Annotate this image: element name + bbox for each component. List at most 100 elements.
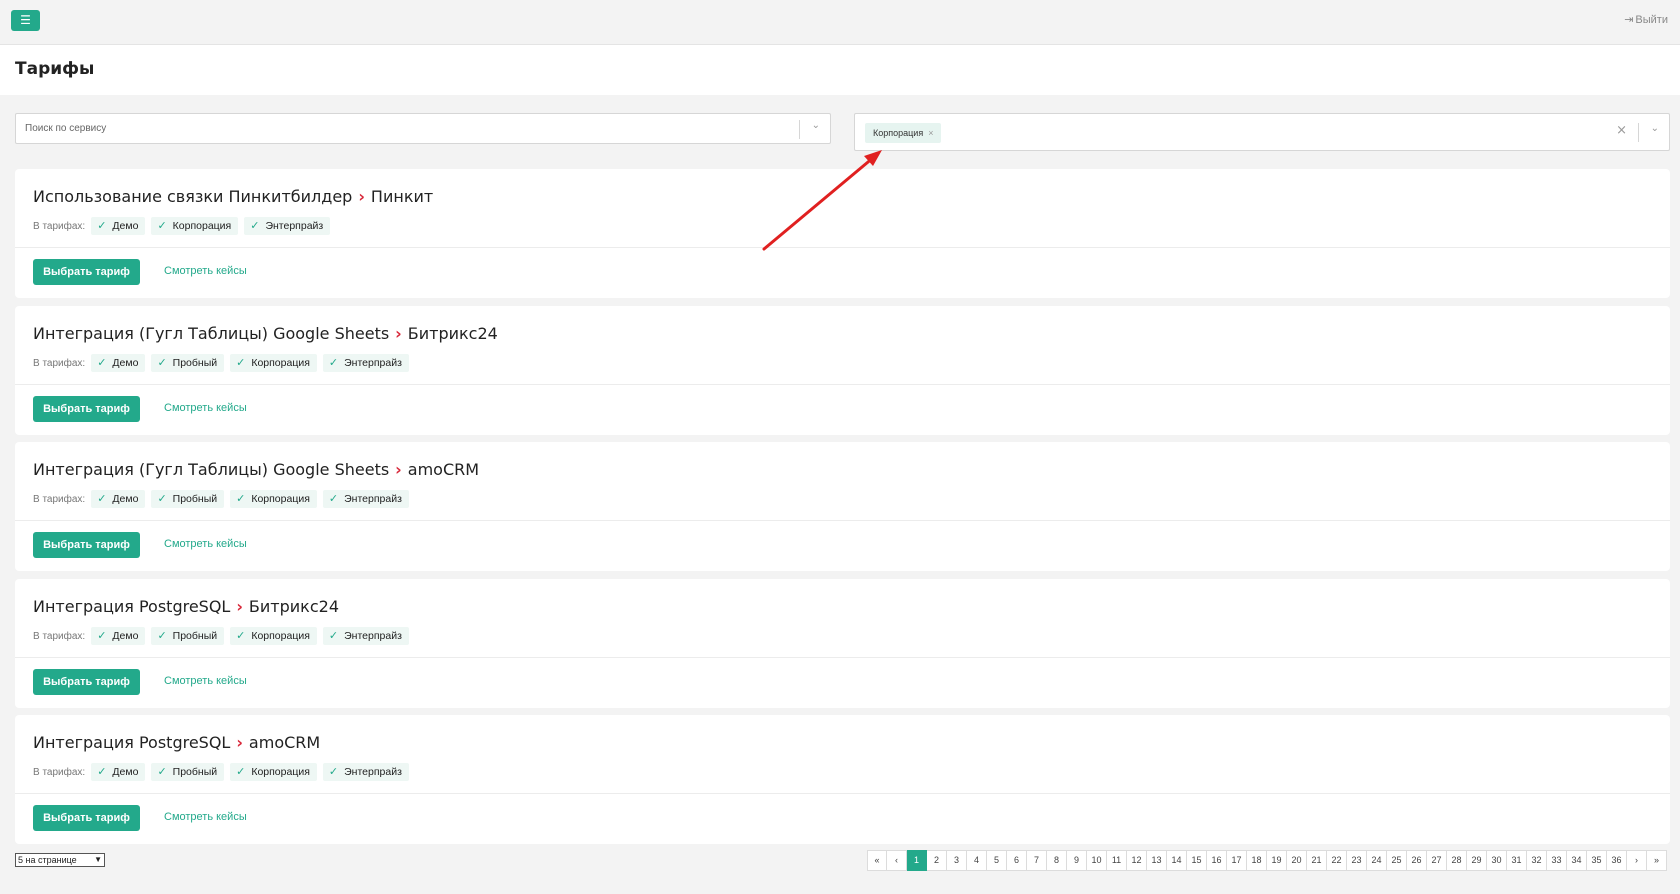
choose-tariff-button[interactable]: Выбрать тариф bbox=[33, 259, 140, 285]
tariff-list: В тарифах: ✓ Демо ✓ Корпорация ✓ Энтерпрайз bbox=[33, 217, 336, 235]
view-cases-link[interactable]: Смотреть кейсы bbox=[164, 811, 247, 823]
logout-icon: ⇥ bbox=[1624, 14, 1634, 26]
page-button[interactable]: 18 bbox=[1247, 850, 1267, 871]
page-button[interactable]: 29 bbox=[1467, 850, 1487, 871]
page-button[interactable]: 30 bbox=[1487, 850, 1507, 871]
tariff-tag-label: Энтерпрайз bbox=[265, 220, 324, 232]
tariff-tag-label: Демо bbox=[112, 220, 139, 232]
chevron-down-icon[interactable]: ⌄ bbox=[1651, 123, 1659, 134]
page-button[interactable]: 6 bbox=[1007, 850, 1027, 871]
view-cases-link[interactable]: Смотреть кейсы bbox=[164, 265, 247, 277]
choose-tariff-button[interactable]: Выбрать тариф bbox=[33, 669, 140, 695]
page-button[interactable]: 22 bbox=[1327, 850, 1347, 871]
prev-page-button[interactable]: ‹ bbox=[887, 850, 907, 871]
page-button[interactable]: 9 bbox=[1067, 850, 1087, 871]
page-button[interactable]: 33 bbox=[1547, 850, 1567, 871]
page-button[interactable]: 19 bbox=[1267, 850, 1287, 871]
tariff-tag: ✓ Пробный bbox=[151, 354, 225, 372]
check-icon: ✓ bbox=[328, 493, 339, 505]
page-button[interactable]: 16 bbox=[1207, 850, 1227, 871]
page-button[interactable]: 24 bbox=[1367, 850, 1387, 871]
page-button[interactable]: 13 bbox=[1147, 850, 1167, 871]
card-title-to: Битрикс24 bbox=[248, 597, 339, 616]
card-title-from: Интеграция (Гугл Таблицы) Google Sheets bbox=[33, 324, 390, 343]
page-button[interactable]: 25 bbox=[1387, 850, 1407, 871]
page-button[interactable]: 15 bbox=[1187, 850, 1207, 871]
card-title: Использование связки Пинкитбилдер › Пинкит bbox=[33, 187, 433, 206]
page-button[interactable]: 10 bbox=[1087, 850, 1107, 871]
divider bbox=[15, 247, 1670, 248]
page-button[interactable]: 32 bbox=[1527, 850, 1547, 871]
tariff-tag-label: Корпорация bbox=[251, 630, 310, 642]
page-button[interactable]: 28 bbox=[1447, 850, 1467, 871]
tariff-tag-label: Корпорация bbox=[251, 493, 310, 505]
page-button[interactable]: 4 bbox=[967, 850, 987, 871]
check-icon: ✓ bbox=[236, 766, 246, 778]
choose-tariff-button[interactable]: Выбрать тариф bbox=[33, 396, 140, 422]
page-button[interactable]: 2 bbox=[927, 850, 947, 871]
page-button[interactable]: 1 bbox=[907, 850, 927, 871]
page-title: Тарифы bbox=[15, 59, 95, 79]
page-button[interactable]: 21 bbox=[1307, 850, 1327, 871]
page-button[interactable]: 7 bbox=[1027, 850, 1047, 871]
pagination: «‹ 1 2 3 4 5 6 7 8 9 10 11 12 13 14 15 16 17 18 19 20 21 22 23 2… bbox=[867, 850, 1667, 871]
tariffs-label: В тарифах: bbox=[33, 220, 86, 232]
page-button[interactable]: 3 bbox=[947, 850, 967, 871]
page-button[interactable]: 35 bbox=[1587, 850, 1607, 871]
page-button[interactable]: 5 bbox=[987, 850, 1007, 871]
divider bbox=[15, 520, 1670, 521]
page-button[interactable]: 27 bbox=[1427, 850, 1447, 871]
chevron-down-icon[interactable]: ⌄ bbox=[812, 120, 820, 131]
page-button[interactable]: 11 bbox=[1107, 850, 1127, 871]
logout-link[interactable]: ⇥ Выйти bbox=[1624, 13, 1668, 26]
last-page-button[interactable]: » bbox=[1647, 850, 1667, 871]
chevron-right-icon: › bbox=[236, 597, 243, 616]
tariff-tag: ✓ Пробный bbox=[151, 627, 225, 645]
tariffs-label: В тарифах: bbox=[33, 630, 86, 642]
tariff-tag-label: Пробный bbox=[172, 630, 218, 642]
view-cases-link[interactable]: Смотреть кейсы bbox=[164, 538, 247, 550]
chip-remove-icon[interactable]: × bbox=[928, 128, 933, 138]
tariff-tag: ✓ Энтерпрайз bbox=[322, 763, 409, 781]
tariff-filter-select[interactable]: Корпорация × × ⌄ bbox=[854, 113, 1670, 151]
search-placeholder: Поиск по сервису bbox=[25, 123, 107, 134]
check-icon: ✓ bbox=[328, 630, 339, 642]
tariff-tag: ✓ Корпорация bbox=[230, 763, 317, 781]
page-button[interactable]: 12 bbox=[1127, 850, 1147, 871]
card-title: Интеграция PostgreSQL › amoCRM bbox=[33, 733, 320, 752]
choose-tariff-button[interactable]: Выбрать тариф bbox=[33, 805, 140, 831]
tariff-tag-label: Энтерпрайз bbox=[344, 357, 402, 369]
page-button[interactable]: 26 bbox=[1407, 850, 1427, 871]
page-button[interactable]: 17 bbox=[1227, 850, 1247, 871]
service-search-select[interactable]: Поиск по сервису ⌄ bbox=[15, 113, 831, 144]
tariff-list: В тарифах: ✓ Демо ✓ Пробный ✓ Корпорация ✓ Энтер… bbox=[33, 490, 415, 508]
check-icon: ✓ bbox=[236, 630, 246, 642]
menu-button[interactable]: ☰ bbox=[11, 10, 40, 31]
separator bbox=[799, 120, 800, 139]
tariff-tag: ✓ Пробный bbox=[151, 763, 225, 781]
next-page-button[interactable]: › bbox=[1627, 850, 1647, 871]
view-cases-link[interactable]: Смотреть кейсы bbox=[164, 402, 247, 414]
logout-label: Выйти bbox=[1635, 14, 1668, 26]
page-button[interactable]: 23 bbox=[1347, 850, 1367, 871]
per-page-select[interactable]: 5 на странице ▼ bbox=[15, 853, 105, 867]
page-header: Тарифы bbox=[0, 45, 1680, 95]
divider bbox=[15, 384, 1670, 385]
check-icon: ✓ bbox=[97, 220, 107, 232]
first-page-button[interactable]: « bbox=[867, 850, 887, 871]
card-title-to: Пинкит bbox=[370, 187, 434, 206]
page-button[interactable]: 14 bbox=[1167, 850, 1187, 871]
check-icon: ✓ bbox=[236, 357, 246, 369]
page-button[interactable]: 8 bbox=[1047, 850, 1067, 871]
page-button[interactable]: 31 bbox=[1507, 850, 1527, 871]
page-button[interactable]: 34 bbox=[1567, 850, 1587, 871]
page-button[interactable]: 20 bbox=[1287, 850, 1307, 871]
view-cases-link[interactable]: Смотреть кейсы bbox=[164, 675, 247, 687]
card-title-to: Битрикс24 bbox=[407, 324, 498, 343]
clear-icon[interactable]: × bbox=[1616, 123, 1627, 138]
page-button[interactable]: 36 bbox=[1607, 850, 1627, 871]
chevron-right-icon: › bbox=[358, 187, 365, 206]
service-card: Интеграция PostgreSQL › Битрикс24 В тарифах… bbox=[15, 579, 1670, 708]
filter-chip[interactable]: Корпорация × bbox=[865, 123, 942, 143]
choose-tariff-button[interactable]: Выбрать тариф bbox=[33, 532, 140, 558]
